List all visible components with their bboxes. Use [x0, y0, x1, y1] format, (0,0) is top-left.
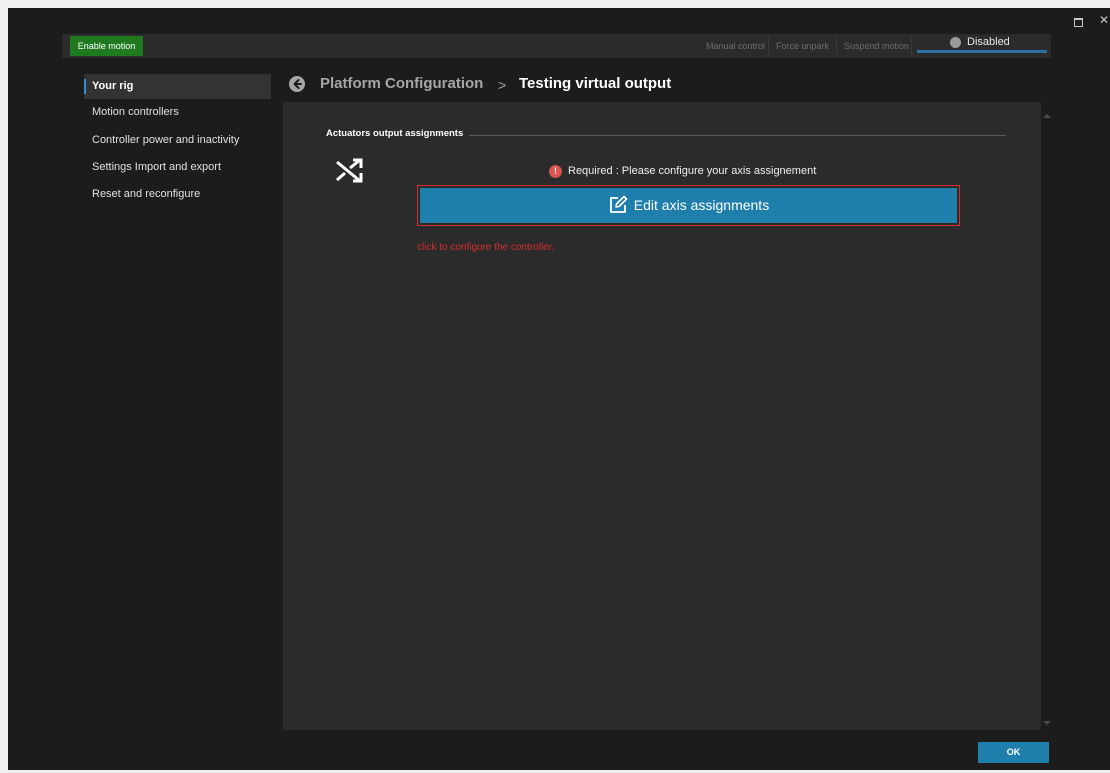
back-arrow-icon[interactable]: [289, 76, 305, 92]
suspend-motion-button[interactable]: Suspend motion: [844, 37, 909, 55]
edit-button-label: Edit axis assignments: [633, 197, 770, 213]
window-chrome-strip: [1060, 8, 1110, 770]
close-icon[interactable]: ✕: [1099, 14, 1109, 26]
scroll-up-arrow[interactable]: [1043, 114, 1051, 118]
breadcrumb-platform-configuration[interactable]: Platform Configuration: [320, 74, 483, 94]
required-message: Required : Please configure your axis as…: [568, 165, 817, 177]
sidebar-item-label: Your rig: [92, 80, 134, 92]
toolbar-divider: [911, 37, 912, 55]
scroll-down-arrow[interactable]: [1043, 721, 1051, 725]
sidebar-item-label: Settings Import and export: [92, 161, 222, 173]
configure-hint: click to configure the controller.: [417, 242, 555, 253]
page-title: Testing virtual output: [519, 75, 672, 92]
sidebar-item-label: Reset and reconfigure: [92, 188, 201, 200]
active-indicator: [84, 79, 86, 94]
edit-axis-assignments-button[interactable]: Edit axis assignments: [420, 188, 957, 223]
sidebar-item-your-rig[interactable]: Your rig: [84, 74, 271, 99]
toggle-knob-icon: [950, 37, 961, 48]
maximize-icon[interactable]: [1074, 18, 1083, 27]
sidebar-item-label: Motion controllers: [92, 106, 179, 118]
toolbar-divider: [768, 37, 769, 55]
status-label: Disabled: [967, 36, 1010, 48]
sidebar-item-label: Controller power and inactivity: [92, 134, 240, 146]
manual-control-button[interactable]: Manual control: [706, 37, 765, 55]
shuffle-icon: [336, 158, 363, 183]
sidebar-item-controller-power[interactable]: Controller power and inactivity: [84, 128, 271, 153]
ok-button[interactable]: OK: [978, 742, 1049, 763]
breadcrumb-separator: >: [498, 77, 507, 93]
section-title: Actuators output assignments: [326, 128, 464, 139]
enable-motion-button[interactable]: Enable motion: [70, 36, 143, 56]
toolbar-divider: [836, 37, 837, 55]
section-divider: [469, 135, 1006, 136]
sidebar-item-settings-import-export[interactable]: Settings Import and export: [84, 155, 271, 180]
sidebar-item-motion-controllers[interactable]: Motion controllers: [84, 100, 271, 125]
sidebar-item-reset[interactable]: Reset and reconfigure: [84, 182, 271, 207]
motion-status-toggle[interactable]: Disabled: [917, 35, 1047, 55]
status-track: [917, 50, 1047, 53]
force-unpark-button[interactable]: Force unpark: [776, 37, 829, 55]
required-warning-icon: !: [549, 165, 562, 178]
edit-icon: [609, 195, 628, 213]
